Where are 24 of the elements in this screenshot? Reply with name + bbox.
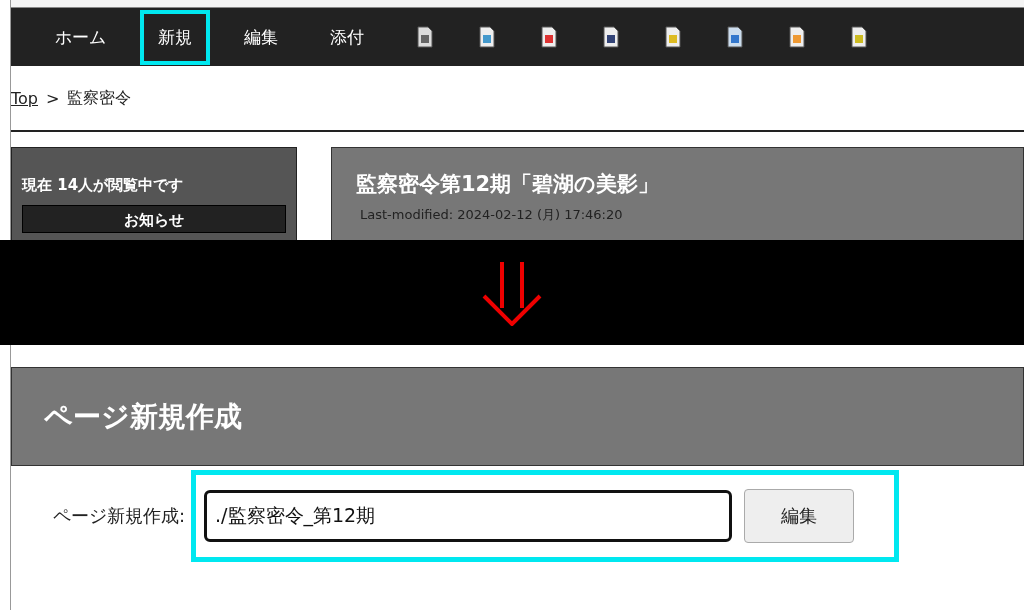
visitor-count: 現在 14人が閲覧中です: [22, 176, 185, 195]
page-title: 監察密令第12期「碧湖の美影」: [356, 171, 661, 198]
document-icon[interactable]: [416, 26, 434, 48]
document-icon[interactable]: [602, 26, 620, 48]
document-icon[interactable]: [540, 26, 558, 48]
document-icon[interactable]: [850, 26, 868, 48]
nav-link[interactable]: ホーム: [37, 9, 124, 65]
nav-link[interactable]: 新規: [140, 9, 210, 65]
nav-link[interactable]: 編集: [226, 9, 296, 65]
edit-button[interactable]: 編集: [744, 489, 855, 543]
last-modified: Last-modified: 2024-02-12 (月) 17:46:20: [359, 206, 624, 224]
document-icon[interactable]: [478, 26, 496, 48]
document-icon[interactable]: [726, 26, 744, 48]
document-icon[interactable]: [664, 26, 682, 48]
nav-link[interactable]: 添付: [312, 9, 382, 65]
page-name-field[interactable]: ./監察密令_第12期: [204, 490, 733, 542]
field-label: ページ新規作成:: [53, 504, 186, 528]
breadcrumb-link[interactable]: Top: [11, 88, 38, 108]
document-icon[interactable]: [788, 26, 806, 48]
heading-text: ページ新規作成: [44, 398, 242, 435]
notice-title: お知らせ: [124, 211, 184, 229]
breadcrumb-separator: >: [46, 88, 60, 108]
down-arrow-icon: [480, 259, 544, 326]
breadcrumb-current: 監察密令: [67, 87, 132, 109]
